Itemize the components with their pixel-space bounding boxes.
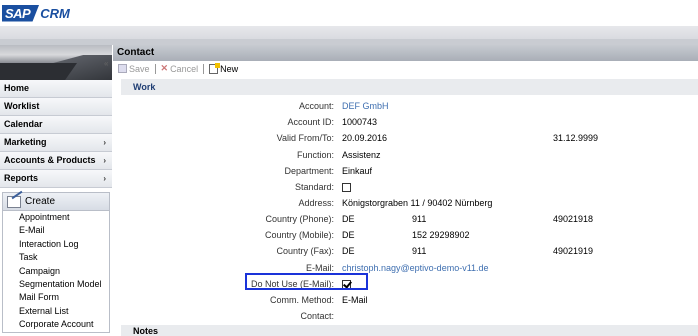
nav-item-marketing[interactable]: Marketing › [0,134,112,152]
section-notes-header[interactable]: Notes [121,325,698,336]
field-valid-from-to: Valid From/To: 20.09.2016 31.12.9999 [113,133,698,146]
field-label: Department: [284,166,334,176]
nav-item-label: Calendar [4,119,43,129]
mobile-country: DE [342,230,355,240]
toolbar: Save ✕ Cancel New [113,61,698,76]
create-external-list-link[interactable]: External List [3,305,109,318]
section-work-header[interactable]: Work [121,79,698,95]
field-label: Country (Phone): [265,214,334,224]
account-link[interactable]: DEF GmbH [342,101,389,111]
new-document-icon [209,62,221,74]
create-pen-icon [7,195,21,208]
field-label: Comm. Method: [269,295,334,305]
fax-number: 49021919 [553,246,594,256]
field-contact: Contact: [113,311,698,324]
create-panel: Create Appointment E-Mail Interaction Lo… [2,192,110,333]
cancel-x-icon: ✕ [160,63,169,73]
phone-country: DE [342,214,355,224]
mobile-number: 152 29298902 [412,230,470,240]
field-value: E-Mail [342,295,368,305]
fax-country: DE [342,246,355,256]
field-function: Function: Assistenz [113,150,698,163]
field-department: Department: Einkauf [113,166,698,179]
sap-crm-logo: SAP CRM [2,3,70,23]
nav-item-label: Reports [4,173,39,183]
cancel-button[interactable]: ✕ Cancel [161,63,199,74]
save-button[interactable]: Save [118,64,150,74]
valid-to-value: 31.12.9999 [553,133,599,143]
valid-from-value: 20.09.2016 [342,133,388,143]
field-label: Country (Mobile): [264,230,334,240]
field-value: 1000743 [342,117,378,127]
mountain-banner-image: « [0,45,112,80]
header-strip [0,26,698,39]
chevron-right-icon: › [103,156,106,165]
field-label: Valid From/To: [276,133,334,143]
field-value: Einkauf [342,166,373,176]
field-mobile: Country (Mobile): DE 152 29298902 [113,230,698,243]
nav-item-worklist[interactable]: Worklist [0,98,112,116]
field-standard: Standard: [113,182,698,195]
create-segmentation-model-link[interactable]: Segmentation Model [3,278,109,291]
field-address: Address: Königstorgraben 11 / 90402 Nürn… [113,198,698,211]
nav-item-reports[interactable]: Reports › [0,170,112,188]
new-button[interactable]: New [209,62,239,74]
crm-window: SAP CRM « Home Worklist Calendar Marketi… [0,0,698,336]
field-phone: Country (Phone): DE 911 49021918 [113,214,698,227]
logo-box: SAP [2,4,40,22]
field-account-id: Account ID: 1000743 [113,117,698,130]
standard-checkbox[interactable] [342,183,351,192]
field-account: Account: DEF GmbH [113,101,698,114]
create-email-link[interactable]: E-Mail [3,224,109,237]
nav-item-accounts-products[interactable]: Accounts & Products › [0,152,112,170]
cancel-label: Cancel [170,63,199,74]
nav-item-home[interactable]: Home [0,80,112,98]
create-mail-form-link[interactable]: Mail Form [3,291,109,304]
nav-item-label: Accounts & Products [4,155,96,165]
nav-item-label: Home [4,83,30,93]
field-email: E-Mail: christoph.nagy@eptivo-demo-v11.d… [113,263,698,276]
nav-item-label: Worklist [4,101,40,111]
field-label: Address: [298,198,334,208]
field-label: Contact: [300,311,334,321]
fax-area: 911 [412,246,427,256]
nav-item-calendar[interactable]: Calendar [0,116,112,134]
chevron-right-icon: › [103,138,106,147]
page-title: Contact [113,45,698,61]
field-label: Country (Fax): [276,246,334,256]
phone-number: 49021918 [553,214,594,224]
create-appointment-link[interactable]: Appointment [3,211,109,224]
new-label: New [220,63,239,74]
create-task-link[interactable]: Task [3,251,109,264]
field-comm-method: Comm. Method: E-Mail [113,295,698,308]
logo-text: CRM [40,5,70,21]
field-label: Function: [296,150,334,160]
create-header[interactable]: Create [3,193,109,211]
field-fax: Country (Fax): DE 911 49021919 [113,246,698,259]
save-icon [118,64,127,73]
create-corporate-account-link[interactable]: Corporate Account [3,318,109,331]
create-campaign-link[interactable]: Campaign [3,265,109,278]
field-value: Assistenz [342,150,381,160]
create-label: Create [25,196,56,207]
toolbar-separator [203,63,205,74]
contact-main-area: Contact Save ✕ Cancel New Work Account: D… [113,45,698,336]
navigation-bar: « Home Worklist Calendar Marketing › Acco… [0,45,112,336]
save-label: Save [129,63,150,74]
toolbar-separator [154,63,156,74]
field-do-not-use-email: Do Not Use (E-Mail): [113,279,698,292]
collapse-arrow-icon[interactable]: « [104,59,108,68]
field-label: Account: [298,101,334,111]
top-header: SAP CRM [0,0,698,26]
highlight-box [245,273,368,290]
field-label: Standard: [294,182,334,192]
email-link[interactable]: christoph.nagy@eptivo-demo-v11.de [342,263,489,273]
field-label: E-Mail: [305,263,334,273]
create-interaction-log-link[interactable]: Interaction Log [3,238,109,251]
field-value: Königstorgraben 11 / 90402 Nürnberg [342,198,493,208]
phone-area: 911 [412,214,427,224]
field-label: Account ID: [287,117,334,127]
nav-item-label: Marketing [4,137,47,147]
chevron-right-icon: › [103,174,106,183]
